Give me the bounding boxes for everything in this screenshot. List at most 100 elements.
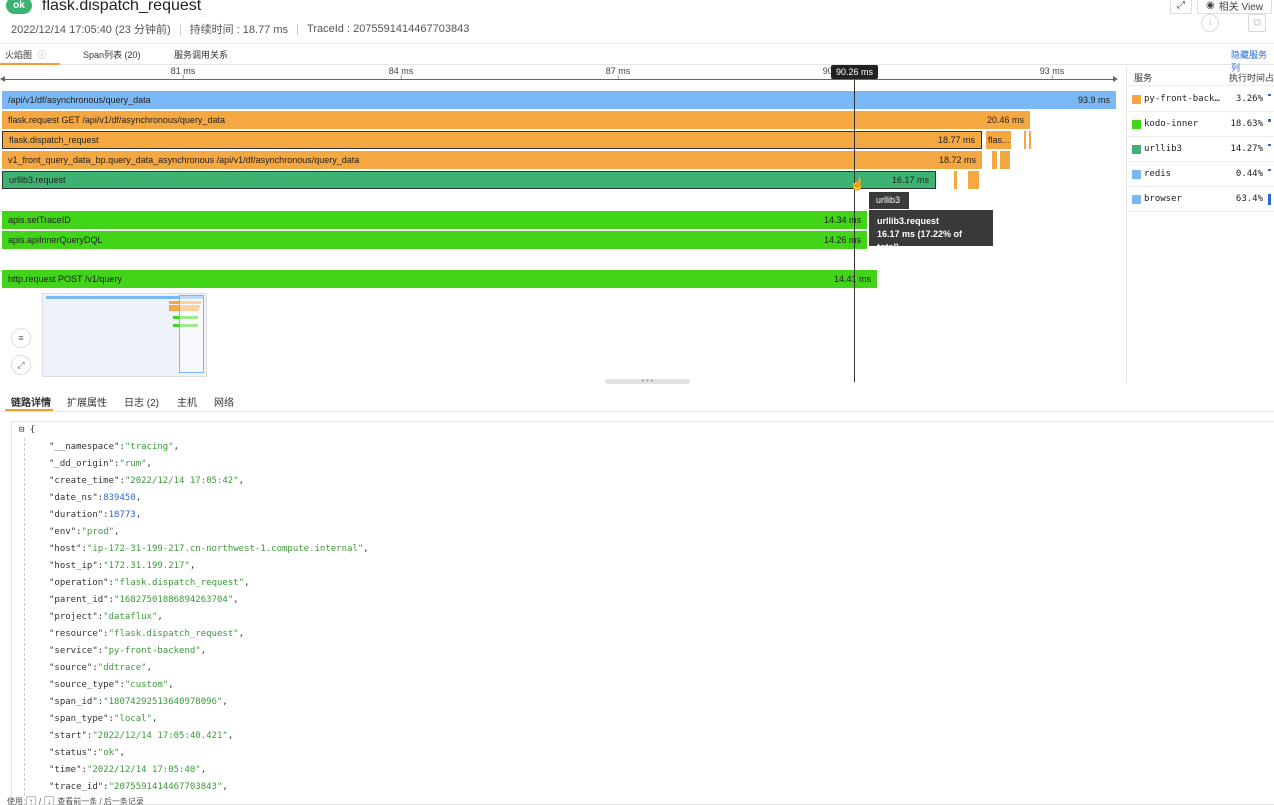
service-pct: 18.63% — [1230, 119, 1263, 129]
json-key: "host": — [49, 544, 87, 554]
span-bar[interactable] — [968, 171, 979, 189]
json-value: "2022/12/14 17:05:40.421" — [92, 731, 228, 741]
json-key: "start": — [49, 731, 93, 741]
tab-extended-attributes[interactable]: 扩展属性 — [67, 394, 107, 409]
span-label: urllib3.request — [9, 175, 66, 185]
json-value: "18074292513640978096" — [103, 697, 223, 707]
service-row[interactable]: browser 63.4% — [1127, 187, 1274, 212]
json-value: "flask.dispatch_request" — [108, 629, 239, 639]
span-bar[interactable]: apis.apiInnerQueryDQL 14.26 ms — [2, 231, 867, 249]
service-name: kodo-inner — [1144, 119, 1199, 129]
copy-icon[interactable]: ⧉ — [1248, 14, 1266, 32]
tab-trace-detail[interactable]: 链路详情 — [11, 394, 51, 409]
hint-text: 使用 — [7, 797, 23, 805]
time-axis-line — [0, 76, 1118, 82]
json-field: "date_ns":839450, — [49, 493, 141, 503]
related-view-button[interactable]: ◉ 相关 View — [1197, 0, 1272, 14]
minimap-viewport[interactable] — [179, 295, 204, 373]
tab-service-map[interactable]: 服务调用关系 — [174, 48, 228, 61]
json-value: "16827501886894263704" — [114, 595, 234, 605]
json-comma: , — [227, 731, 234, 741]
json-key: "project": — [49, 612, 104, 622]
info-icon[interactable]: i — [1201, 14, 1219, 32]
span-bar[interactable]: apis.setTraceID 14.34 ms — [2, 211, 867, 229]
json-key: "_dd_origin": — [49, 459, 120, 469]
span-bar[interactable] — [1024, 131, 1026, 149]
pct-column-header: 执行时间占比 — [1229, 73, 1274, 83]
trace-id[interactable]: TraceId : 2075591414467703843 — [307, 23, 469, 35]
tab-flame-graph[interactable]: 火焰图 ⓘ — [5, 48, 47, 61]
service-row[interactable]: redis 0.44% — [1127, 162, 1274, 187]
json-comma: , — [157, 612, 163, 622]
tab-network[interactable]: 网络 — [214, 394, 234, 409]
service-pct: 3.26% — [1235, 94, 1263, 104]
json-indent-guide — [24, 438, 25, 805]
service-name: urllib3 — [1144, 144, 1182, 154]
json-value: "2022/12/14 17:05:40" — [86, 765, 201, 775]
tab-span-list[interactable]: Span列表 (20) — [83, 48, 141, 61]
service-color-swatch — [1132, 145, 1141, 154]
json-value: "prod" — [81, 527, 115, 537]
json-key: "date_ns": — [49, 493, 104, 503]
service-pct: 0.44% — [1235, 169, 1263, 179]
fit-view-icon[interactable]: ⤢ — [11, 355, 31, 375]
json-collapse-toggle[interactable]: ⊟ { — [19, 425, 35, 435]
span-bar[interactable] — [1029, 131, 1031, 149]
span-label: /api/v1/df/asynchronous/query_data — [8, 95, 151, 105]
service-row[interactable]: urllib3 14.27% — [1127, 137, 1274, 162]
json-field: "operation":"flask.dispatch_request", — [49, 578, 250, 588]
flame-minimap[interactable] — [42, 293, 207, 377]
json-value: "py-front-backend" — [103, 646, 201, 656]
json-field: "trace_id":"2075591414467703843", — [49, 782, 228, 792]
json-comma: , — [238, 629, 245, 639]
span-label: flas... — [988, 135, 1010, 145]
span-meta: 2022/12/14 17:05:40 (23 分钟前) 持续时间 : 18.7… — [11, 21, 469, 37]
json-field: "source":"ddtrace", — [49, 663, 152, 673]
json-value: "flask.dispatch_request" — [114, 578, 245, 588]
keyboard-hint: 使用 ↑ / ↓ 查看前一条 / 后一条记录 — [7, 796, 144, 805]
span-bar[interactable] — [992, 151, 997, 169]
json-viewer: ⊟ { "__namespace":"tracing", "_dd_origin"… — [11, 421, 1274, 805]
service-row[interactable]: kodo-inner 18.63% — [1127, 112, 1274, 137]
span-bar-hovered[interactable]: urllib3.request 16.17 ms — [2, 171, 936, 189]
hint-text: 查看前一条 / 后一条记录 — [57, 797, 144, 805]
cursor-time-label: 90.26 ms — [831, 65, 878, 79]
expand-icon: ⤢ — [1177, 0, 1185, 11]
json-key: "source": — [49, 663, 98, 673]
span-bar[interactable]: flas... — [986, 131, 1011, 149]
span-bar[interactable] — [954, 171, 957, 189]
span-bar[interactable]: http.request POST /v1/query 14.41 ms — [2, 270, 877, 288]
span-duration: 14.34 ms — [823, 215, 861, 225]
span-bar[interactable]: v1_front_query_data_bp.query_data_asynch… — [2, 151, 982, 169]
json-comma: , — [238, 476, 245, 486]
json-comma: , — [168, 680, 174, 690]
span-bar[interactable]: flask.request GET /api/v1/df/asynchronou… — [2, 111, 1030, 129]
panel-resize-handle[interactable]: • • • — [605, 378, 690, 385]
span-duration: 93.9 ms — [1077, 95, 1110, 105]
tab-logs[interactable]: 日志 (2) — [124, 394, 159, 409]
service-row[interactable]: py-front-back… 3.26% — [1127, 87, 1274, 112]
json-key: "time": — [49, 765, 87, 775]
json-comma: , — [151, 714, 158, 724]
service-color-swatch — [1132, 120, 1141, 129]
info-icon: ⓘ — [37, 50, 47, 60]
json-key: "operation": — [49, 578, 115, 588]
span-bar[interactable]: /api/v1/df/asynchronous/query_data 93.9 … — [2, 91, 1116, 109]
span-bar[interactable] — [1000, 151, 1010, 169]
menu-icon[interactable]: ≡ — [11, 328, 31, 348]
fullscreen-button[interactable]: ⤢ — [1170, 0, 1192, 14]
tooltip-service: urllib3 — [869, 192, 909, 209]
span-label: flask.dispatch_request — [9, 135, 99, 145]
json-comma: , — [222, 782, 228, 792]
related-view-label: 相关 View — [1218, 2, 1263, 13]
span-label: apis.setTraceID — [8, 215, 71, 225]
json-key: "create_time": — [49, 476, 125, 486]
json-comma: , — [146, 459, 152, 469]
tab-host[interactable]: 主机 — [177, 394, 197, 409]
meta-divider — [179, 23, 181, 35]
json-field: "start":"2022/12/14 17:05:40.421", — [49, 731, 233, 741]
span-label: http.request POST /v1/query — [8, 274, 122, 284]
detail-tab-bar: 链路详情 扩展属性 日志 (2) 主机 网络 — [0, 391, 1274, 412]
span-bar-selected[interactable]: flask.dispatch_request 18.77 ms — [2, 131, 982, 149]
cursor-line — [854, 80, 855, 382]
